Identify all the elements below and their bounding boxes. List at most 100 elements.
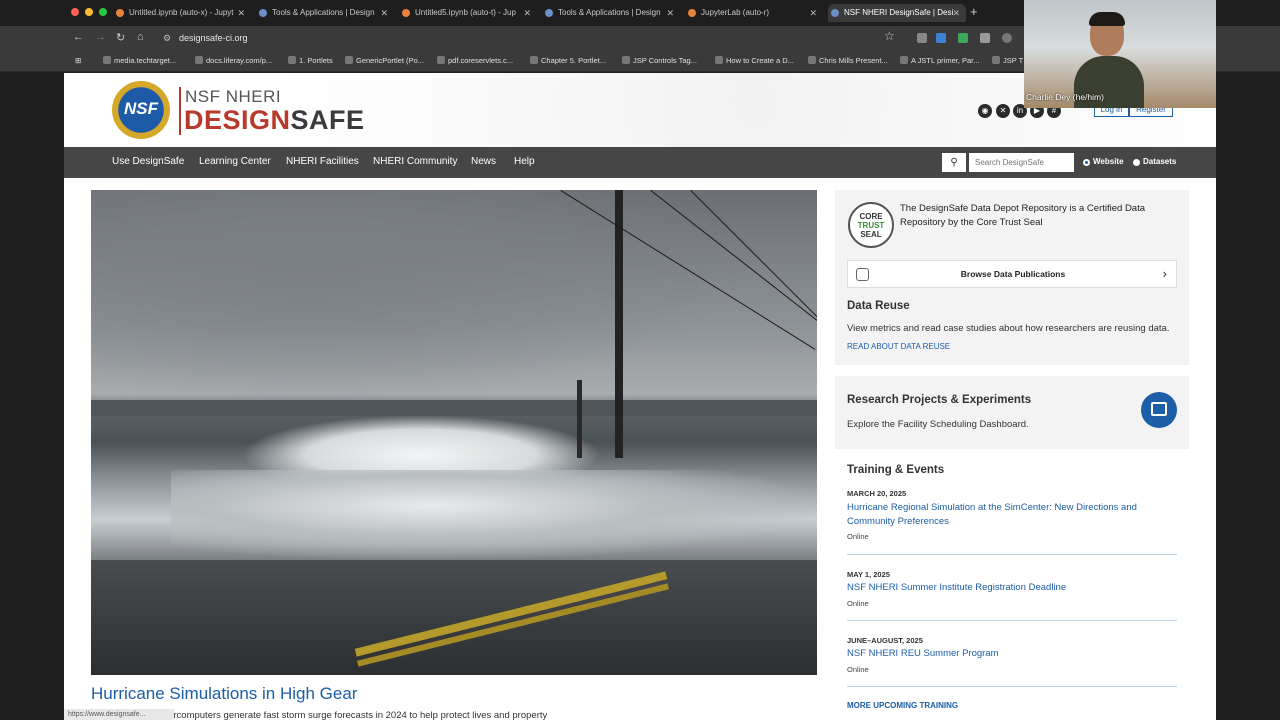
tab-favicon-icon [402, 9, 410, 17]
tab-close-icon[interactable]: ✕ [237, 4, 245, 22]
bookmark-star-icon[interactable]: ☆ [884, 29, 895, 43]
back-arrow-icon[interactable]: ← [73, 31, 84, 43]
tab-close-icon[interactable]: ✕ [523, 4, 531, 22]
event-mode: Online [847, 665, 869, 674]
tab-favicon-icon [831, 9, 839, 17]
seal-line: SEAL [860, 230, 882, 239]
browser-tab[interactable]: Untitled.ipynb (auto-x) - Jupyt ✕ [113, 4, 251, 22]
logo-nsf-nheri: NSF NHERI [185, 87, 282, 106]
bookmark-label: GenericPortlet (Po... [356, 56, 424, 65]
apps-grid-icon[interactable]: ⊞ [75, 56, 81, 65]
logo-divider [179, 87, 181, 135]
read-about-data-reuse-link[interactable]: READ ABOUT DATA REUSE [847, 342, 950, 351]
browser-tab[interactable]: Tools & Applications | Design ✕ [542, 4, 680, 22]
more-upcoming-training-link[interactable]: MORE UPCOMING TRAINING [847, 701, 958, 710]
extension-icon[interactable] [1002, 33, 1012, 43]
calendar-icon[interactable] [1141, 392, 1177, 428]
nav-nheri-facilities[interactable]: NHERI Facilities [286, 156, 359, 167]
event-title-link[interactable]: NSF NHERI Summer Institute Registration … [847, 581, 1167, 595]
browser-tab[interactable]: Untitled5.ipynb (auto-t) - Jup ✕ [399, 4, 537, 22]
nav-learning-center[interactable]: Learning Center [199, 156, 271, 167]
url-text: designsafe-ci.org [179, 33, 248, 43]
tab-close-icon[interactable]: ✕ [380, 4, 388, 22]
extension-icon[interactable] [917, 33, 927, 43]
nav-nheri-community[interactable]: NHERI Community [373, 156, 457, 167]
extension-icon[interactable] [958, 33, 968, 43]
nav-help[interactable]: Help [514, 156, 535, 167]
reload-icon[interactable]: ↻ [116, 31, 125, 44]
hero-image[interactable] [91, 190, 817, 675]
nsf-seal-logo[interactable]: NSF [112, 81, 170, 139]
nav-use-designsafe[interactable]: Use DesignSafe [112, 156, 184, 167]
search-icon[interactable]: ⚲ [942, 153, 966, 172]
bookmark-favicon-icon [530, 56, 538, 64]
radio-datasets[interactable] [1133, 159, 1140, 166]
event-title-link[interactable]: NSF NHERI REU Summer Program [847, 647, 1167, 661]
address-bar[interactable]: ⚙ designsafe-ci.org [155, 29, 915, 47]
browser-tab[interactable]: JupyterLab (auto-r) ✕ [685, 4, 823, 22]
tab-favicon-icon [545, 9, 553, 17]
bookmark-label: A JSTL primer, Par... [911, 56, 980, 65]
seal-line: TRUST [857, 221, 885, 230]
research-projects-card[interactable]: Research Projects & Experiments Explore … [835, 376, 1189, 449]
close-window-button[interactable] [71, 8, 79, 16]
featured-story-title[interactable]: Hurricane Simulations in High Gear [91, 684, 357, 704]
bookmark-favicon-icon [992, 56, 1000, 64]
logo-design: DESIGN [184, 105, 291, 135]
tab-close-icon[interactable]: ✕ [666, 4, 674, 22]
bookmark-item[interactable]: Chapter 5. Portlet... [530, 56, 606, 65]
browser-tab-active[interactable]: NSF NHERI DesignSafe | Desi ✕ [828, 4, 966, 22]
bookmark-item[interactable]: GenericPortlet (Po... [345, 56, 424, 65]
bookmark-label: JSP T [1003, 56, 1024, 65]
tab-title: NSF NHERI DesignSafe | Desi [844, 8, 954, 17]
bookmark-item[interactable]: media.techtarget... [103, 56, 176, 65]
new-tab-button[interactable]: + [970, 4, 978, 19]
tab-close-icon[interactable]: ✕ [952, 4, 960, 22]
bookmark-item[interactable]: 1. Portlets [288, 56, 333, 65]
core-trust-seal-text: The DesignSafe Data Depot Repository is … [900, 203, 1146, 228]
bookmark-label: pdf.coreservlets.c... [448, 56, 514, 65]
tab-title: Untitled5.ipynb (auto-t) - Jup [415, 8, 516, 17]
designsafe-logo[interactable]: DESIGNSAFE [184, 105, 365, 136]
bookmark-label: 1. Portlets [299, 56, 333, 65]
github-icon[interactable]: ◉ [978, 104, 992, 118]
participant-hair [1089, 12, 1125, 26]
radio-datasets-label[interactable]: Datasets [1143, 157, 1176, 166]
bookmark-item[interactable]: JSP Controls Tag... [622, 56, 697, 65]
bookmark-item[interactable]: Chris Mills Present... [808, 56, 888, 65]
training-heading: Training & Events [847, 464, 945, 476]
x-twitter-icon[interactable]: ✕ [996, 104, 1010, 118]
maximize-window-button[interactable] [99, 8, 107, 16]
forward-arrow-icon[interactable]: → [95, 31, 106, 43]
extension-icon[interactable] [980, 33, 990, 43]
browse-data-publications-button[interactable]: Browse Data Publications › [847, 260, 1177, 288]
bookmark-favicon-icon [715, 56, 723, 64]
bookmark-favicon-icon [900, 56, 908, 64]
data-reuse-text: View metrics and read case studies about… [847, 323, 1170, 334]
bookmark-item[interactable]: pdf.coreservlets.c... [437, 56, 513, 65]
tab-favicon-icon [259, 9, 267, 17]
video-call-overlay[interactable]: Charlie Dey (he/him) [1024, 0, 1216, 108]
utility-pole [615, 190, 623, 458]
nav-news[interactable]: News [471, 156, 496, 167]
bookmark-item[interactable]: docs.liferay.com/p... [195, 56, 272, 65]
event-title-link[interactable]: Hurricane Regional Simulation at the Sim… [847, 501, 1167, 529]
home-icon[interactable]: ⌂ [137, 31, 144, 43]
extension-icon[interactable] [936, 33, 946, 43]
flooded-road [91, 560, 817, 675]
bookmark-item[interactable]: How to Create a D... [715, 56, 794, 65]
minimize-window-button[interactable] [85, 8, 93, 16]
site-info-icon[interactable]: ⚙ [163, 29, 171, 47]
radio-website[interactable] [1083, 159, 1090, 166]
web-page: NSF NSF NHERI DESIGNSAFE ◉ ✕ in ▶ # Log … [64, 73, 1216, 720]
bookmark-item[interactable]: A JSTL primer, Par... [900, 56, 980, 65]
browser-tab[interactable]: Tools & Applications | Design ✕ [256, 4, 394, 22]
bookmark-favicon-icon [103, 56, 111, 64]
radio-website-label[interactable]: Website [1093, 157, 1124, 166]
search-input[interactable] [969, 153, 1074, 172]
data-reuse-heading: Data Reuse [847, 300, 910, 312]
tab-close-icon[interactable]: ✕ [809, 4, 817, 22]
bookmark-item[interactable]: JSP T [992, 56, 1023, 65]
event-divider [847, 620, 1177, 621]
distant-pier [91, 400, 817, 416]
